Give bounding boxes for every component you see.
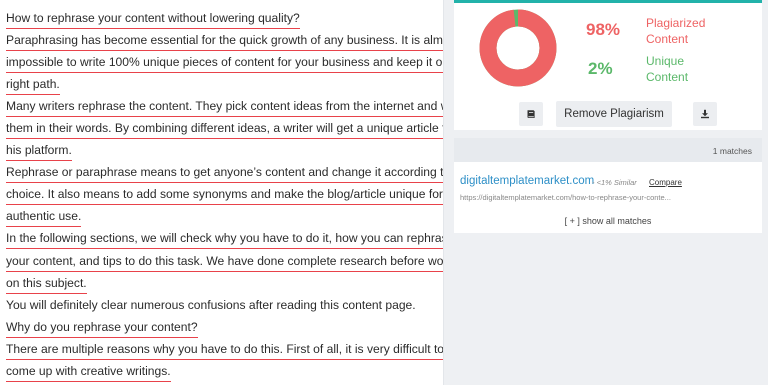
score-card: 98% Plagiarized Content 2% Unique Conten… [454,0,762,130]
sentence-text: You will definitely clear numerous confu… [6,297,416,312]
plagiarized-sentence-line: How to rephrase your content without low… [6,9,443,31]
remove-plagiarism-button[interactable]: Remove Plagiarism [556,101,672,127]
sentence-text: Paraphrasing has become essential for th… [6,31,443,52]
plagiarized-sentence-line: Rephrase or paraphrase means to get anyo… [6,163,443,185]
plagiarized-sentence-line: There are multiple reasons why you have … [6,340,443,362]
unique-percentage: 2% [588,59,613,78]
plagiarized-sentence-line: In the following sections, we will check… [6,229,443,251]
download-button[interactable] [693,102,717,126]
match-domain-link[interactable]: digitaltemplatemarket.com [460,175,594,187]
match-similarity: - <1% Similar [592,178,637,187]
show-all-matches-link[interactable]: [ + ] show all matches [454,216,762,226]
sentence-text: In the following sections, we will check… [6,229,443,250]
donut-plagiarized-arc [479,9,557,87]
sentence-text: choice. It also means to add some synony… [6,185,443,206]
results-panel: 98% Plagiarized Content 2% Unique Conten… [444,0,768,385]
sentence-text: There are multiple reasons why you have … [6,340,443,360]
sentence-text: Many writers rephrase the content. They … [6,97,443,118]
plagiarized-sentence-line: authentic use. [6,207,443,229]
plagiarized-sentence-line: Why do you rephrase your content? [6,318,443,340]
sentence-text: Rephrase or paraphrase means to get anyo… [6,163,443,184]
sentence-text: authentic use. [6,207,82,228]
plagiarized-sentence-line: Many writers rephrase the content. They … [6,97,443,119]
plagiarism-donut-chart [479,9,557,87]
sentence-text: on this subject. [6,274,87,294]
book-button[interactable] [519,102,543,126]
unique-label: Unique Content [646,54,689,84]
plagiarized-sentence-line: on this subject. [6,274,443,296]
matches-card: 1 matches digitaltemplatemarket.com - <1… [454,138,762,233]
book-icon [527,110,535,118]
sentence-text: come up with creative writings. [6,362,171,382]
sentence-text: your content, and tips to do this task. … [6,252,443,272]
sentence-text: his platform. [6,141,72,162]
plagiarized-sentence-line: impossible to write 100% unique pieces o… [6,53,443,75]
plagiarized-sentence-line: them in their words. By combining differ… [6,119,443,141]
compare-link[interactable]: Compare [649,178,682,187]
plagiarized-sentence-line: choice. It also means to add some synony… [6,185,443,207]
sentence-text: Why do you rephrase your content? [6,318,198,338]
plagiarized-label: Plagiarized Content [646,16,706,46]
plagiarized-sentence-line: come up with creative writings. [6,362,443,384]
sentence-text: right path. [6,75,60,96]
sentence-text: impossible to write 100% unique pieces o… [6,53,443,74]
sentence-line: You will definitely clear numerous confu… [6,296,443,318]
plagiarized-sentence-line: your content, and tips to do this task. … [6,252,443,274]
download-icon [701,109,709,119]
plagiarized-sentence-line: his platform. [6,141,443,163]
match-url: https://digitaltemplatemarket.com/how-to… [460,193,671,202]
plagiarized-sentence-line: Paraphrasing has become essential for th… [6,31,443,53]
plagiarized-percentage: 98% [586,20,621,39]
sentence-text: How to rephrase your content without low… [6,9,300,29]
plagiarized-sentence-line: right path. [6,75,443,97]
matches-count: 1 matches [454,138,762,162]
content-text-area[interactable]: How to rephrase your content without low… [0,0,443,385]
sentence-text: them in their words. By combining differ… [6,119,443,140]
